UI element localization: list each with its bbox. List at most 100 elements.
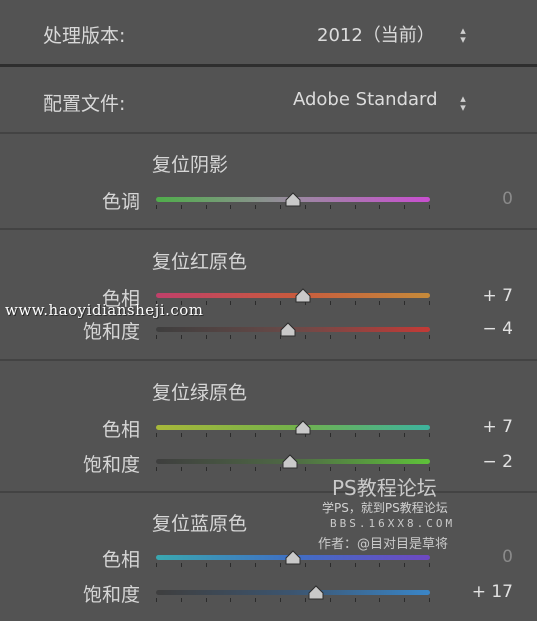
slider-tick [354, 598, 356, 602]
slider-tick [255, 301, 257, 305]
slider-tick [429, 598, 430, 602]
slider-tick [379, 598, 381, 602]
slider-tick [156, 563, 157, 567]
profile-updown-icon[interactable]: ▴ ▾ [458, 93, 468, 113]
slider-tick [156, 205, 157, 209]
slider-tick [180, 467, 182, 471]
slider-tick [180, 433, 182, 437]
slider-tick [379, 205, 381, 209]
slider-tick [280, 433, 282, 437]
slider-tick [329, 433, 331, 437]
blue-saturation-label: 饱和度 [82, 584, 140, 606]
green-saturation-label: 饱和度 [82, 454, 140, 476]
slider-tick [230, 301, 232, 305]
blue-saturation-value[interactable]: + 17 [472, 582, 513, 602]
slider-tick [404, 335, 406, 339]
slider-tick [230, 205, 232, 209]
slider-tick [255, 563, 257, 567]
slider-tick [180, 563, 182, 567]
green-hue-value[interactable]: + 7 [483, 417, 513, 437]
slider-tick [429, 205, 430, 209]
slider-tick [354, 433, 356, 437]
slider-tick [205, 563, 207, 567]
slider-tick [429, 563, 430, 567]
slider-ticks [156, 598, 430, 602]
slider-tick [429, 335, 430, 339]
slider-tick [280, 563, 282, 567]
shadows-tint-value[interactable]: 0 [502, 189, 513, 209]
green-saturation-value[interactable]: − 2 [483, 452, 513, 472]
slider-tick [230, 433, 232, 437]
slider-tick [304, 598, 306, 602]
slider-tick [230, 563, 232, 567]
slider-tick [255, 467, 257, 471]
slider-tick [404, 205, 406, 209]
slider-tick [404, 467, 406, 471]
slider-tick [329, 335, 331, 339]
process-version-label: 处理版本: [43, 25, 126, 47]
slider-tick [379, 301, 381, 305]
slider-tick [180, 598, 182, 602]
green-hue-label: 色相 [101, 419, 140, 441]
slider-tick [379, 335, 381, 339]
slider-tick [379, 467, 381, 471]
slider-tick [205, 335, 207, 339]
header-divider [0, 64, 537, 67]
red-saturation-value[interactable]: − 4 [483, 319, 513, 339]
slider-tick [280, 205, 282, 209]
section-divider [0, 491, 537, 493]
slider-tick [280, 598, 282, 602]
slider-tick [354, 301, 356, 305]
slider-tick [304, 563, 306, 567]
slider-tick [379, 563, 381, 567]
process-version-select[interactable]: 2012（当前） [317, 21, 435, 47]
section-title-red-primary[interactable]: 复位红原色 [152, 247, 247, 274]
watermark-forum-title: PS教程论坛 [332, 476, 437, 500]
section-title-shadows[interactable]: 复位阴影 [152, 150, 228, 177]
watermark-author: 作者：@目对目是草将 [318, 537, 449, 552]
section-title-green-primary[interactable]: 复位绿原色 [152, 378, 247, 405]
watermark-forum-sub: 学PS，就到PS教程论坛 [322, 501, 448, 515]
slider-tick [255, 598, 257, 602]
process-version-updown-icon[interactable]: ▴ ▾ [458, 25, 468, 45]
slider-tick [205, 433, 207, 437]
shadows-tint-label: 色调 [101, 191, 140, 213]
blue-saturation-slider-track[interactable] [156, 590, 430, 595]
section-title-blue-primary[interactable]: 复位蓝原色 [152, 509, 247, 536]
slider-tick [156, 467, 157, 471]
slider-tick [404, 301, 406, 305]
slider-tick [156, 598, 157, 602]
profile-select[interactable]: Adobe Standard [293, 89, 438, 110]
section-divider [0, 228, 537, 230]
section-divider [0, 132, 537, 134]
slider-tick [329, 467, 331, 471]
slider-tick [156, 433, 157, 437]
slider-tick [354, 335, 356, 339]
blue-hue-label: 色相 [101, 549, 140, 571]
slider-tick [205, 467, 207, 471]
slider-tick [304, 467, 306, 471]
slider-tick [180, 205, 182, 209]
slider-tick [354, 205, 356, 209]
blue-hue-value[interactable]: 0 [502, 547, 513, 567]
slider-tick [255, 335, 257, 339]
slider-tick [205, 598, 207, 602]
profile-label: 配置文件: [43, 93, 126, 115]
slider-tick [205, 301, 207, 305]
slider-tick [404, 563, 406, 567]
slider-tick [329, 205, 331, 209]
slider-tick [180, 335, 182, 339]
slider-tick [230, 598, 232, 602]
slider-tick [230, 467, 232, 471]
slider-tick [429, 467, 430, 471]
slider-tick [205, 205, 207, 209]
watermark-forum-site: BBS.16XX8.COM [330, 517, 456, 530]
red-hue-value[interactable]: + 7 [483, 286, 513, 306]
slider-tick [354, 467, 356, 471]
camera-calibration-panel: 处理版本: 2012（当前） ▴ ▾ 配置文件: Adobe Standard ▴… [0, 0, 537, 621]
slider-tick [255, 433, 257, 437]
slider-tick [304, 205, 306, 209]
slider-tick [404, 598, 406, 602]
slider-tick [255, 205, 257, 209]
slider-tick [329, 563, 331, 567]
